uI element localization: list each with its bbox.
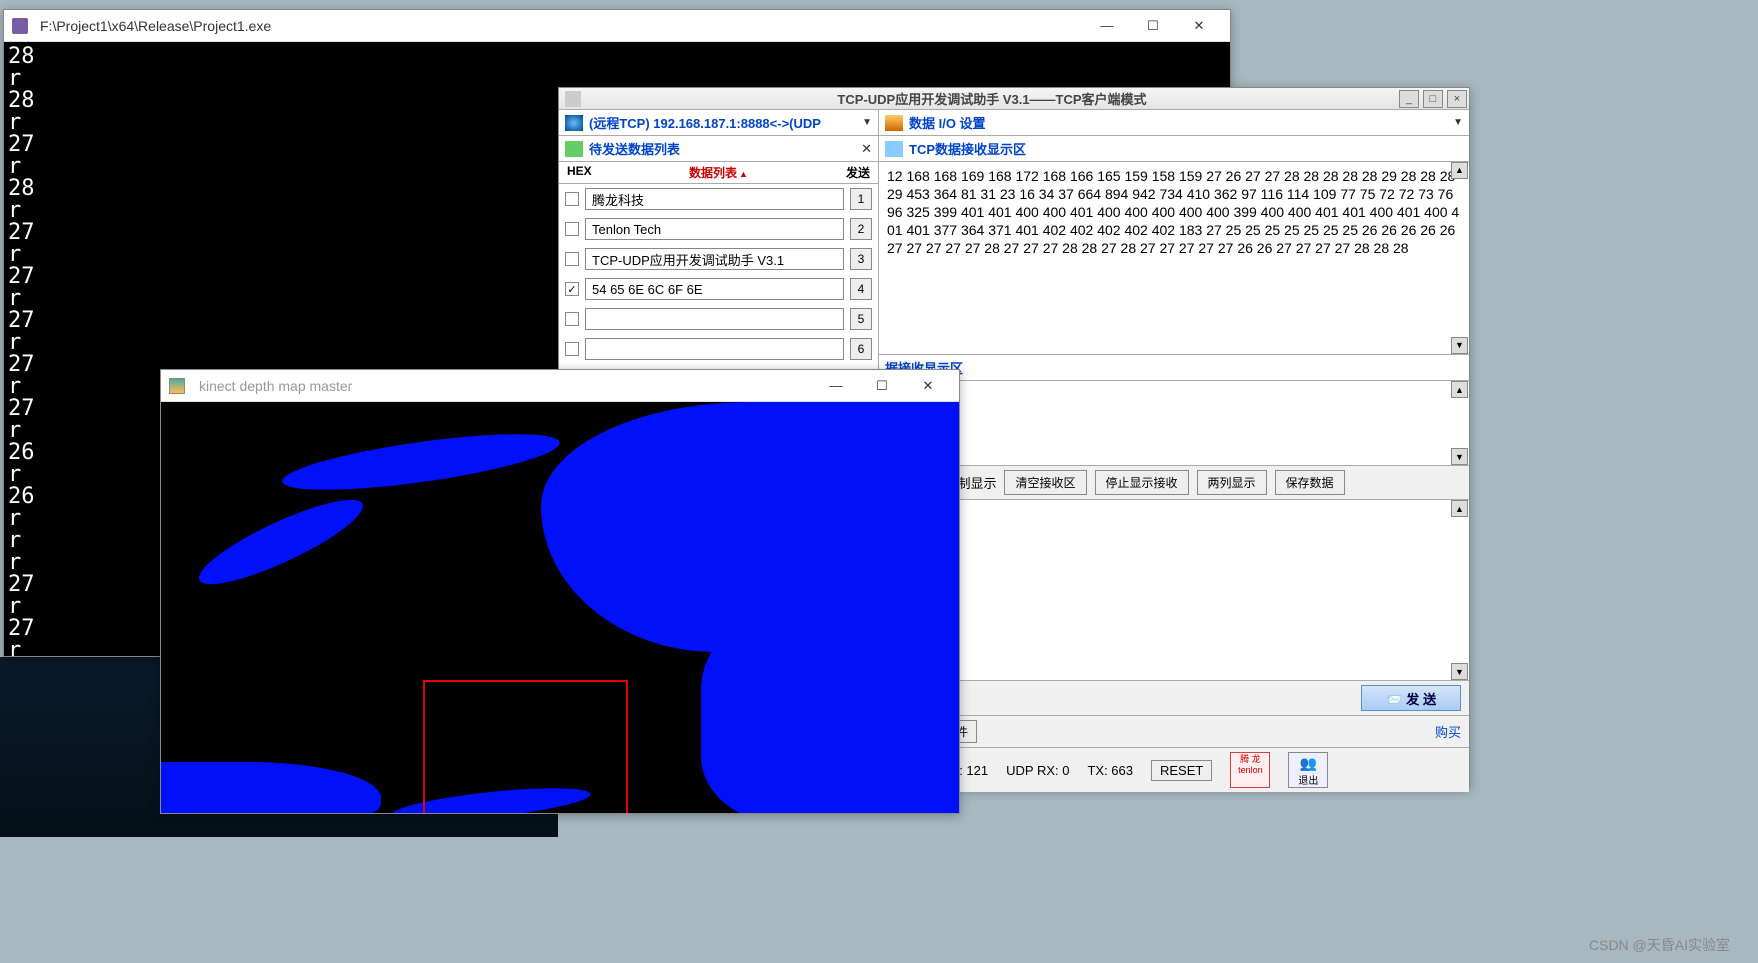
recv-header: TCP数据接收显示区 — [879, 136, 1469, 162]
sort-icon[interactable]: ▲ — [739, 169, 748, 179]
queue-text-input[interactable] — [585, 338, 844, 360]
save-data-button[interactable]: 保存数据 — [1275, 470, 1345, 495]
kinect-title: kinect depth map master — [193, 378, 813, 394]
col-send[interactable]: 发送 — [830, 164, 870, 181]
maximize-button[interactable]: ☐ — [1130, 11, 1176, 41]
queue-text-input[interactable] — [585, 218, 844, 240]
roi-rectangle — [423, 680, 628, 813]
recv2-title: 据接收显示区 — [879, 355, 1469, 381]
sysmenu-icon[interactable] — [565, 91, 581, 107]
close-button[interactable]: × — [1447, 90, 1467, 108]
send-queue-title: 待发送数据列表 — [589, 139, 680, 158]
exit-button[interactable]: 👥退出 — [1288, 752, 1328, 788]
stop-recv-button[interactable]: 停止显示接收 — [1095, 470, 1189, 495]
console-titlebar[interactable]: F:\Project1\x64\Release\Project1.exe — ☐… — [4, 10, 1230, 42]
io-settings-bar[interactable]: 数据 I/O 设置 ▼ — [879, 110, 1469, 135]
minimize-button[interactable]: — — [813, 371, 859, 401]
scroll-down-icon[interactable]: ▼ — [1451, 337, 1468, 354]
csdn-watermark: CSDN @天昏AI实验室 — [1589, 935, 1730, 955]
recv2-area[interactable]: ▲ ▼ — [879, 381, 1469, 466]
queue-rows: 123✓456 — [559, 184, 878, 364]
settings-icon — [885, 115, 903, 131]
stat-tx2: TX: 663 — [1087, 763, 1133, 778]
scroll-down-icon[interactable]: ▼ — [1451, 448, 1468, 465]
buy-link[interactable]: 购买 — [1435, 722, 1461, 741]
send-row-button[interactable]: 3 — [850, 248, 872, 270]
maximize-button[interactable]: ☐ — [859, 371, 905, 401]
hex-checkbox[interactable]: ✓ — [565, 282, 579, 296]
queue-text-input[interactable] — [585, 248, 844, 270]
globe-icon — [565, 115, 583, 131]
io-settings-label: 数据 I/O 设置 — [909, 113, 986, 132]
exit-icon: 👥 — [1289, 755, 1327, 772]
console-title: F:\Project1\x64\Release\Project1.exe — [34, 18, 1084, 34]
hex-checkbox[interactable] — [565, 252, 579, 266]
scroll-up-icon[interactable]: ▲ — [1451, 500, 1468, 517]
queue-row: 1 — [559, 184, 878, 214]
close-pane-icon[interactable]: ✕ — [861, 141, 872, 157]
list-icon — [565, 141, 583, 157]
hex-checkbox[interactable] — [565, 312, 579, 326]
kinect-titlebar[interactable]: kinect depth map master — ☐ ✕ — [161, 370, 959, 402]
queue-row: 6 — [559, 334, 878, 364]
status-bar: X: 542 TX: 121 UDP RX: 0 TX: 663 RESET 腾… — [879, 747, 1469, 792]
tenlon-logo[interactable]: 腾 龙 tenlon — [1230, 752, 1270, 788]
hex-checkbox[interactable] — [565, 192, 579, 206]
minimize-button[interactable]: _ — [1399, 90, 1419, 108]
kinect-icon — [169, 378, 185, 394]
app-icon — [12, 18, 28, 34]
queue-columns: HEX 数据列表▲ 发送 — [559, 162, 878, 184]
send-button[interactable]: 📨 发 送 — [1361, 685, 1461, 711]
queue-row: 5 — [559, 304, 878, 334]
send-controls: 进制发送 📨 发 送 — [879, 681, 1469, 715]
depth-map-image — [161, 402, 959, 813]
maximize-button[interactable]: □ — [1423, 90, 1443, 108]
recv-controls: 空 16进制显示 清空接收区 停止显示接收 两列显示 保存数据 — [879, 466, 1469, 500]
col-list[interactable]: 数据列表 — [689, 166, 737, 180]
close-button[interactable]: ✕ — [905, 371, 951, 401]
scroll-down-icon[interactable]: ▼ — [1451, 663, 1468, 680]
send-row-button[interactable]: 4 — [850, 278, 872, 300]
close-button[interactable]: ✕ — [1176, 11, 1222, 41]
queue-row: 2 — [559, 214, 878, 244]
recv-title: TCP数据接收显示区 — [909, 139, 1026, 158]
tcpudp-titlebar[interactable]: TCP-UDP应用开发调试助手 V3.1——TCP客户端模式 _ □ × — [559, 88, 1469, 110]
hex-checkbox[interactable] — [565, 342, 579, 356]
col-hex[interactable]: HEX — [567, 164, 607, 181]
hex-checkbox[interactable] — [565, 222, 579, 236]
queue-row: 3 — [559, 244, 878, 274]
two-col-button[interactable]: 两列显示 — [1197, 470, 1267, 495]
remote-connection-bar[interactable]: (远程TCP) 192.168.187.1:8888<->(UDP ▼ — [559, 110, 879, 135]
send-queue-header: 待发送数据列表 ✕ — [559, 136, 878, 162]
send-row-button[interactable]: 5 — [850, 308, 872, 330]
send-row-button[interactable]: 1 — [850, 188, 872, 210]
recv-text[interactable]: 12 168 168 169 168 172 168 166 165 159 1… — [879, 162, 1469, 355]
queue-row: ✓4 — [559, 274, 878, 304]
recv-icon — [885, 141, 903, 157]
queue-text-input[interactable] — [585, 278, 844, 300]
stat-udprx: UDP RX: 0 — [1006, 763, 1069, 778]
reset-button[interactable]: RESET — [1151, 760, 1212, 781]
queue-text-input[interactable] — [585, 308, 844, 330]
tcpudp-toolbar: (远程TCP) 192.168.187.1:8888<->(UDP ▼ 数据 I… — [559, 110, 1469, 136]
remote-connection-label: (远程TCP) 192.168.187.1:8888<->(UDP — [589, 113, 821, 132]
send-row-button[interactable]: 6 — [850, 338, 872, 360]
dropdown-icon[interactable]: ▼ — [1453, 117, 1463, 128]
tcpudp-title: TCP-UDP应用开发调试助手 V3.1——TCP客户端模式 — [587, 89, 1397, 108]
recv-pane: TCP数据接收显示区 12 168 168 169 168 172 168 16… — [879, 136, 1469, 792]
scroll-up-icon[interactable]: ▲ — [1451, 381, 1468, 398]
queue-text-input[interactable] — [585, 188, 844, 210]
send-row-button[interactable]: 2 — [850, 218, 872, 240]
clear-recv-button[interactable]: 清空接收区 — [1004, 470, 1086, 495]
minimize-button[interactable]: — — [1084, 11, 1130, 41]
send-input-area[interactable]: ▲ ▼ — [879, 500, 1469, 681]
dropdown-icon[interactable]: ▼ — [862, 117, 872, 128]
kinect-window: kinect depth map master — ☐ ✕ — [160, 369, 960, 814]
send-controls-2: 发送文本文件 购买 — [879, 715, 1469, 747]
scroll-up-icon[interactable]: ▲ — [1451, 162, 1468, 179]
